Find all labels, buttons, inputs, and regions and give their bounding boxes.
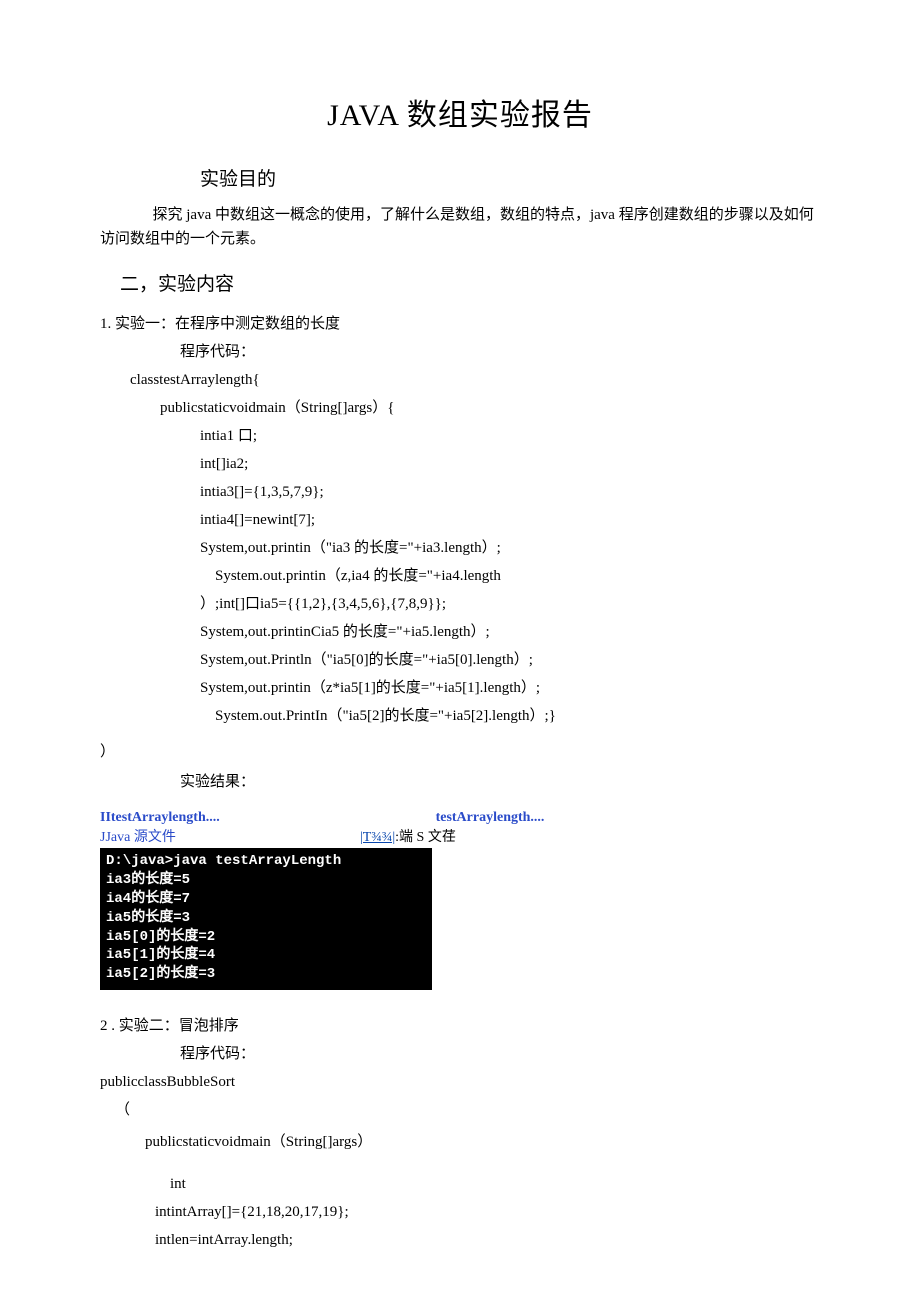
terminal-line: ia5[1]的长度=4 <box>106 946 426 965</box>
exp1-code-line: System,out.printin（"ia3 的长度="+ia3.length… <box>200 536 820 560</box>
file-col-2: testArraylength.... |T¾¾|:端 S 文荏 <box>360 810 620 846</box>
exp1-code-line: System.out.PrintIn（"ia5[2]的长度="+ia5[2].l… <box>215 704 820 728</box>
exp1-close-paren: ） <box>100 740 820 764</box>
terminal-line: ia4的长度=7 <box>106 890 426 909</box>
exp2-code-line: intlen=intArray.length; <box>155 1228 820 1252</box>
exp2-code-line: （ <box>115 1098 820 1122</box>
exp1-code-line: System,out.printinCia5 的长度="+ia5.length）… <box>200 620 820 644</box>
document-page: JAVA 数组实验报告 实验目的 探究 java 中数组这一概念的使用，了解什么… <box>0 0 920 1316</box>
exp1-code-line: int[]ia2; <box>200 452 820 476</box>
terminal-output: D:\java>java testArrayLength ia3的长度=5 ia… <box>100 848 432 990</box>
exp1-code-line: System,out.Println（"ia5[0]的长度="+ia5[0].l… <box>200 648 820 672</box>
exp2-code-line: int <box>170 1172 820 1196</box>
content-heading: 二，实验内容 <box>120 269 820 296</box>
exp2-heading: 2 . 实验二：冒泡排序 <box>100 1014 820 1038</box>
exp1-code-line: intia1 口; <box>200 424 820 448</box>
file-info-row: IItestArraylength.... JJava 源文件 testArra… <box>100 810 820 846</box>
terminal-line: D:\java>java testArrayLength <box>106 852 426 871</box>
file1-name: IItestArraylength.... <box>100 810 360 826</box>
file2-name: testArraylength.... <box>360 810 620 826</box>
exp1-heading: 1. 实验一：在程序中测定数组的长度 <box>100 312 820 336</box>
file2-suffix: :端 S 文荏 <box>395 830 456 845</box>
terminal-line: ia5的长度=3 <box>106 909 426 928</box>
exp1-code-line: intia3[]={1,3,5,7,9}; <box>200 480 820 504</box>
exp1-code-line: ）;int[]口ia5={{1,2},{3,4,5,6},{7,8,9}}; <box>200 592 820 616</box>
exp1-result-label: 实验结果： <box>180 770 820 794</box>
terminal-line: ia5[0]的长度=2 <box>106 928 426 947</box>
exp1-code-line: System,out.printin（z*ia5[1]的长度="+ia5[1].… <box>200 676 820 700</box>
file2-link: |T¾¾| <box>360 830 395 845</box>
exp1-code-line: intia4[]=newint[7]; <box>200 508 820 532</box>
exp2-code-line: publicstaticvoidmain（String[]args） <box>145 1130 820 1154</box>
exp2-code-line: intintArray[]={21,18,20,17,19}; <box>155 1200 820 1224</box>
purpose-heading: 实验目的 <box>200 164 820 191</box>
exp1-code-line: classtestArraylength{ <box>130 368 820 392</box>
exp2-code-line: publicclassBubbleSort <box>100 1070 820 1094</box>
file-col-1: IItestArraylength.... JJava 源文件 <box>100 810 360 846</box>
file2-meta: |T¾¾|:端 S 文荏 <box>360 826 620 846</box>
terminal-line: ia5[2]的长度=3 <box>106 965 426 984</box>
terminal-line: ia3的长度=5 <box>106 871 426 890</box>
document-title: JAVA 数组实验报告 <box>100 90 820 134</box>
file1-subtitle: JJava 源文件 <box>100 826 360 846</box>
exp1-code-line: System.out.printin（z,ia4 的长度="+ia4.lengt… <box>215 564 820 588</box>
exp1-code-label: 程序代码： <box>180 340 820 364</box>
exp1-code-line: publicstaticvoidmain（String[]args）{ <box>160 396 820 420</box>
purpose-paragraph: 探究 java 中数组这一概念的使用，了解什么是数组，数组的特点，java 程序… <box>100 203 820 251</box>
exp2-code-label: 程序代码： <box>180 1042 820 1066</box>
